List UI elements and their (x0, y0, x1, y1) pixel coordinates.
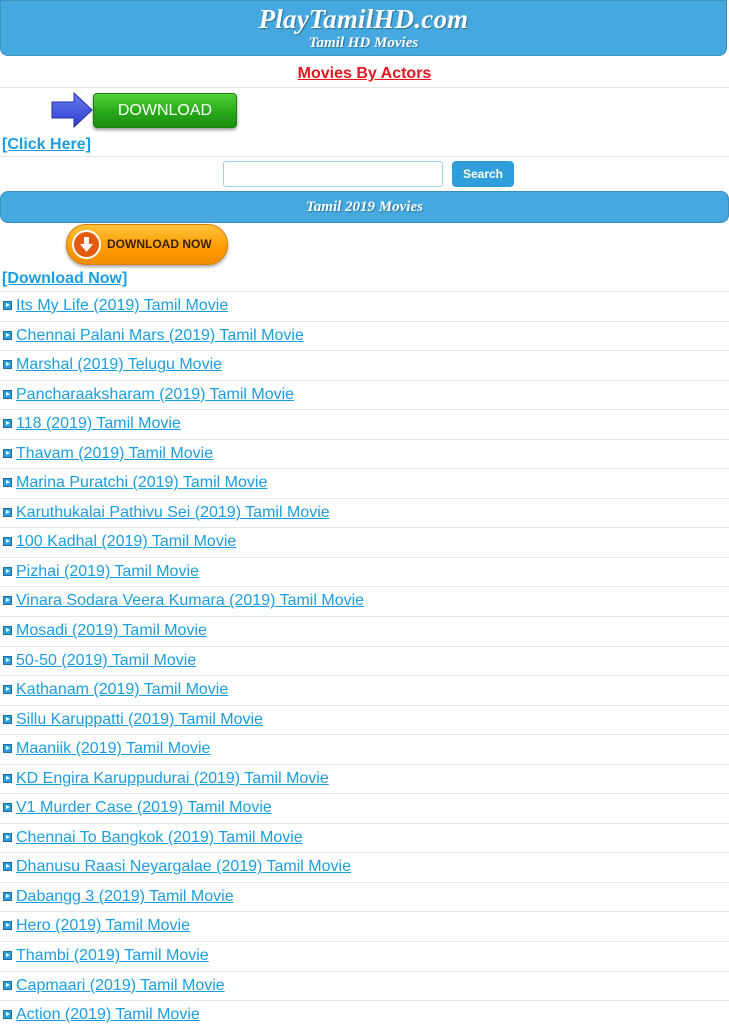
movie-link[interactable]: 100 Kadhal (2019) Tamil Movie (16, 533, 236, 551)
list-item: Marshal (2019) Telugu Movie (0, 350, 729, 380)
site-title[interactable]: PlayTamilHD.com (1, 4, 726, 35)
play-bullet-icon (3, 891, 12, 901)
play-bullet-icon (3, 832, 12, 842)
section-title: Tamil 2019 Movies (0, 191, 729, 223)
list-item: 100 Kadhal (2019) Tamil Movie (0, 527, 729, 557)
search-button[interactable]: Search (452, 161, 514, 187)
movie-link[interactable]: Chennai To Bangkok (2019) Tamil Movie (16, 829, 303, 847)
play-bullet-icon (3, 360, 12, 370)
movie-link[interactable]: Its My Life (2019) Tamil Movie (16, 297, 228, 315)
list-item: Action (2019) Tamil Movie (0, 1000, 729, 1030)
play-bullet-icon (3, 803, 12, 813)
movie-link[interactable]: Pancharaaksharam (2019) Tamil Movie (16, 386, 294, 404)
download-now-link[interactable]: [Download Now] (2, 270, 127, 288)
movie-link[interactable]: Thavam (2019) Tamil Movie (16, 445, 213, 463)
movie-link[interactable]: V1 Murder Case (2019) Tamil Movie (16, 799, 272, 817)
play-bullet-icon (3, 862, 12, 872)
movie-link[interactable]: Dabangg 3 (2019) Tamil Movie (16, 888, 234, 906)
play-bullet-icon (3, 419, 12, 429)
movie-link[interactable]: Sillu Karuppatti (2019) Tamil Movie (16, 711, 263, 729)
movies-by-actors-link[interactable]: Movies By Actors (298, 65, 432, 83)
play-bullet-icon (3, 507, 12, 517)
list-item: Chennai Palani Mars (2019) Tamil Movie (0, 320, 729, 351)
movie-link[interactable]: KD Engira Karuppudurai (2019) Tamil Movi… (16, 770, 329, 788)
movie-link[interactable]: Dhanusu Raasi Neyargalae (2019) Tamil Mo… (16, 858, 351, 876)
list-item: Dabangg 3 (2019) Tamil Movie (0, 881, 729, 912)
list-item: Thavam (2019) Tamil Movie (0, 438, 729, 469)
movie-link[interactable]: Action (2019) Tamil Movie (16, 1006, 200, 1024)
list-item: Dhanusu Raasi Neyargalae (2019) Tamil Mo… (0, 852, 729, 882)
play-bullet-icon (3, 714, 12, 724)
play-bullet-icon (3, 773, 12, 783)
site-header: PlayTamilHD.com Tamil HD Movies (0, 0, 727, 56)
movie-link[interactable]: 118 (2019) Tamil Movie (16, 415, 181, 433)
movie-link[interactable]: Chennai Palani Mars (2019) Tamil Movie (16, 327, 304, 345)
download-arrow-icon (72, 230, 101, 259)
list-item: Vinara Sodara Veera Kumara (2019) Tamil … (0, 586, 729, 616)
play-bullet-icon (3, 980, 12, 990)
play-bullet-icon (3, 478, 12, 488)
movie-link[interactable]: 50-50 (2019) Tamil Movie (16, 652, 196, 670)
search-bar: Search (0, 156, 729, 190)
play-bullet-icon (3, 301, 12, 310)
movie-link[interactable]: Karuthukalai Pathivu Sei (2019) Tamil Mo… (16, 504, 330, 522)
list-item: KD Engira Karuppudurai (2019) Tamil Movi… (0, 763, 729, 794)
arrow-right-icon (51, 91, 93, 129)
movie-link[interactable]: Kathanam (2019) Tamil Movie (16, 681, 228, 699)
play-bullet-icon (3, 566, 12, 576)
list-item: Thambi (2019) Tamil Movie (0, 941, 729, 971)
list-item: V1 Murder Case (2019) Tamil Movie (0, 793, 729, 823)
movie-link[interactable]: Pizhai (2019) Tamil Movie (16, 563, 199, 581)
list-item: 50-50 (2019) Tamil Movie (0, 645, 729, 676)
download-now-label: DOWNLOAD NOW (107, 237, 212, 251)
play-bullet-icon (3, 389, 12, 399)
play-bullet-icon (3, 951, 12, 961)
site-subtitle: Tamil HD Movies (308, 35, 419, 51)
list-item: Chennai To Bangkok (2019) Tamil Movie (0, 822, 729, 853)
list-item: Marina Puratchi (2019) Tamil Movie (0, 468, 729, 498)
play-bullet-icon (3, 744, 12, 754)
list-item: Pancharaaksharam (2019) Tamil Movie (0, 379, 729, 410)
movie-link[interactable]: Hero (2019) Tamil Movie (16, 917, 190, 935)
list-item: Its My Life (2019) Tamil Movie (0, 291, 729, 321)
movie-link[interactable]: Maaniik (2019) Tamil Movie (16, 740, 210, 758)
play-bullet-icon (3, 655, 12, 665)
list-item: Hero (2019) Tamil Movie (0, 911, 729, 941)
list-item: Sillu Karuppatti (2019) Tamil Movie (0, 704, 729, 735)
movie-link[interactable]: Vinara Sodara Veera Kumara (2019) Tamil … (16, 592, 364, 610)
list-item: Karuthukalai Pathivu Sei (2019) Tamil Mo… (0, 497, 729, 528)
play-bullet-icon (3, 1010, 12, 1020)
actors-row: Movies By Actors (0, 58, 729, 88)
list-item: Pizhai (2019) Tamil Movie (0, 556, 729, 587)
list-item: Mosadi (2019) Tamil Movie (0, 616, 729, 646)
movie-link[interactable]: Marina Puratchi (2019) Tamil Movie (16, 474, 267, 492)
play-bullet-icon (3, 921, 12, 931)
click-here-link[interactable]: [Click Here] (2, 136, 91, 154)
movie-link[interactable]: Thambi (2019) Tamil Movie (16, 947, 209, 965)
movie-link[interactable]: Marshal (2019) Telugu Movie (16, 356, 222, 374)
list-item: Kathanam (2019) Tamil Movie (0, 675, 729, 705)
movie-link[interactable]: Mosadi (2019) Tamil Movie (16, 622, 207, 640)
download-button[interactable]: DOWNLOAD (93, 93, 237, 128)
list-item: Maaniik (2019) Tamil Movie (0, 734, 729, 764)
movie-link[interactable]: Capmaari (2019) Tamil Movie (16, 977, 225, 995)
movie-list: Its My Life (2019) Tamil Movie Chennai Pa… (0, 291, 729, 1030)
play-bullet-icon (3, 685, 12, 695)
play-bullet-icon (3, 626, 12, 636)
play-bullet-icon (3, 330, 12, 340)
list-item: 118 (2019) Tamil Movie (0, 409, 729, 439)
play-bullet-icon (3, 596, 12, 606)
list-item: Capmaari (2019) Tamil Movie (0, 970, 729, 1001)
download-now-button[interactable]: DOWNLOAD NOW (66, 224, 228, 265)
search-input[interactable] (223, 161, 443, 187)
play-bullet-icon (3, 537, 12, 547)
play-bullet-icon (3, 448, 12, 458)
